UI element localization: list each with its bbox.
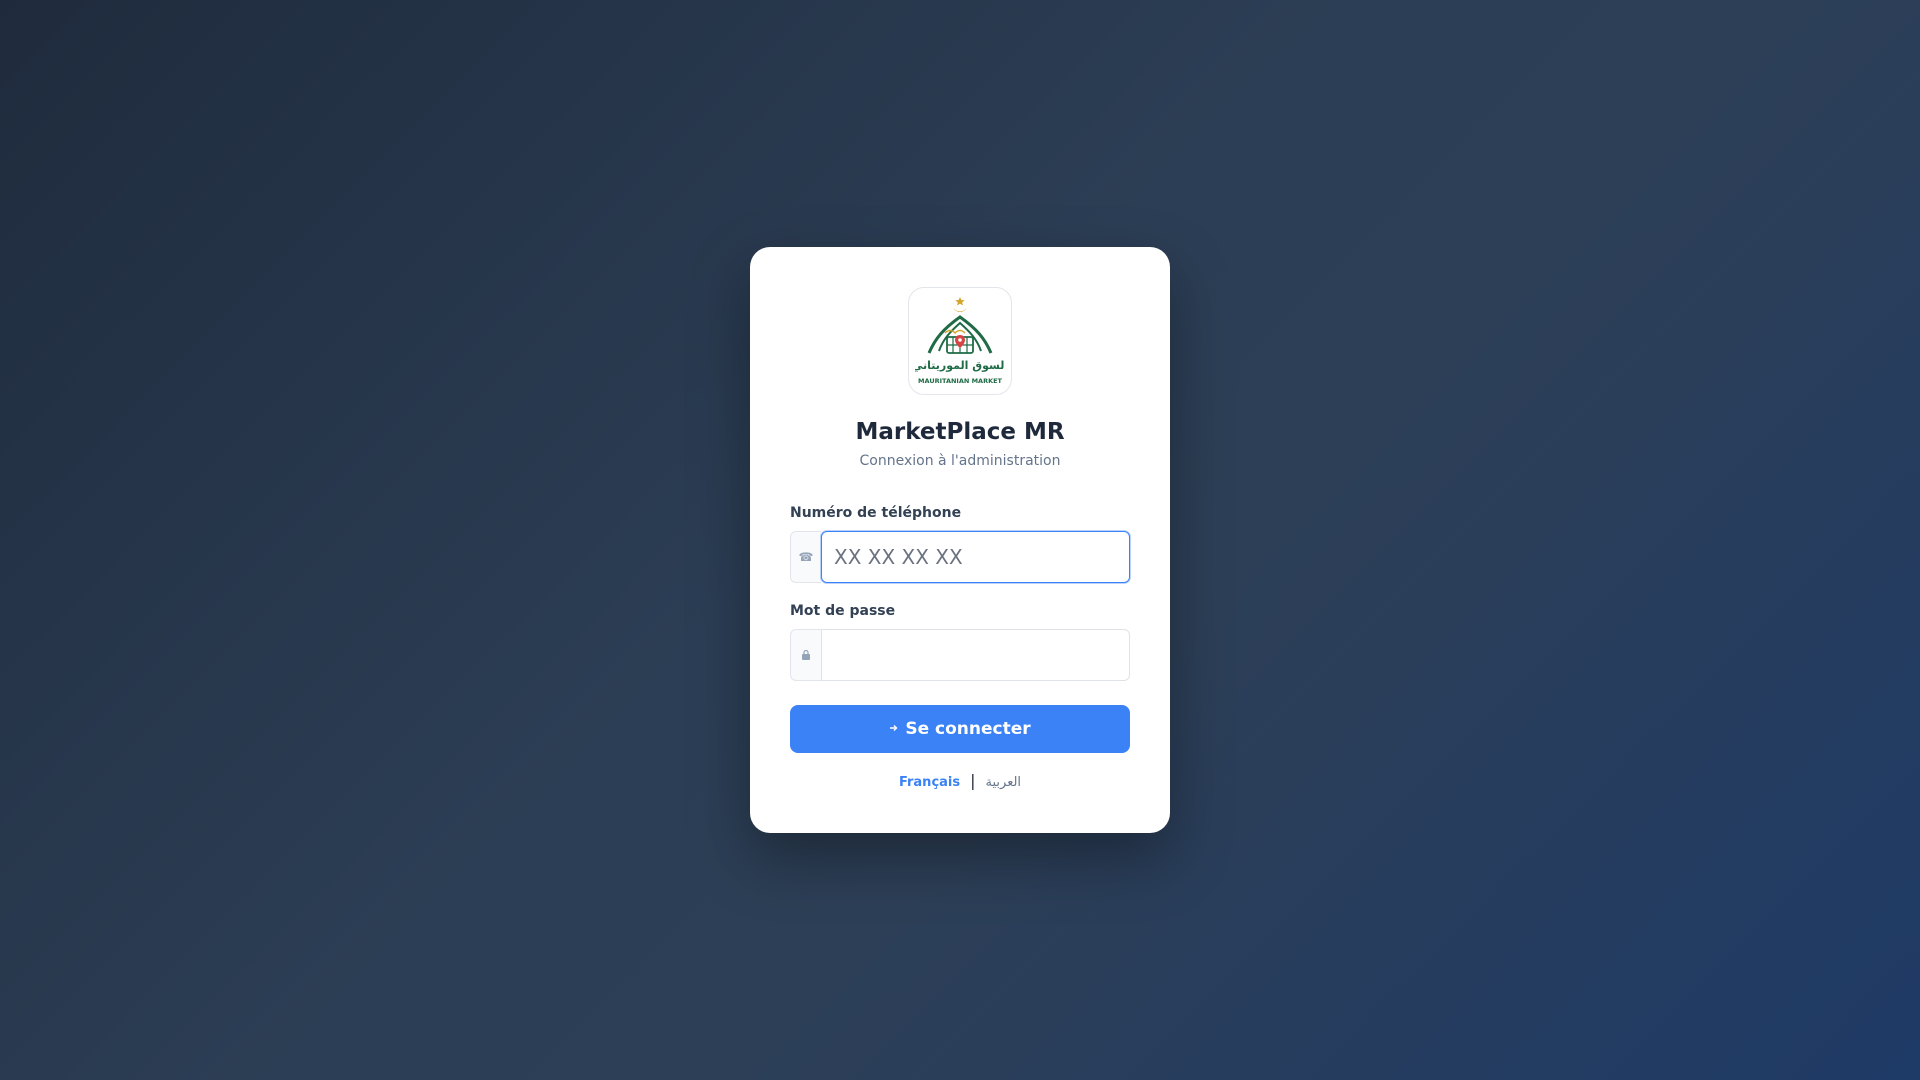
lock-icon (790, 629, 821, 681)
language-separator: | (970, 771, 976, 790)
phone-icon: ☎ (790, 531, 821, 583)
password-input[interactable] (821, 629, 1130, 681)
password-label: Mot de passe (790, 603, 896, 619)
login-icon (889, 722, 899, 737)
login-card: السوق الموريتاني MAURITANIAN MARKET Mark… (750, 247, 1170, 833)
login-button-label: Se connecter (905, 719, 1031, 739)
language-arabic-link[interactable]: العربية (986, 775, 1022, 790)
phone-input-group: ☎ (790, 531, 1130, 583)
password-input-group (790, 629, 1130, 681)
brand-logo: السوق الموريتاني MAURITANIAN MARKET (908, 287, 1012, 395)
svg-text:MAURITANIAN MARKET: MAURITANIAN MARKET (918, 377, 1003, 385)
login-button[interactable]: Se connecter (790, 705, 1130, 753)
svg-text:السوق الموريتاني: السوق الموريتاني (915, 359, 1005, 372)
language-french-link[interactable]: Français (899, 775, 960, 790)
language-switcher: Français | العربية (790, 771, 1130, 791)
page-subtitle: Connexion à l'administration (859, 453, 1061, 469)
market-logo-icon: السوق الموريتاني MAURITANIAN MARKET (915, 297, 1005, 385)
phone-input[interactable] (821, 531, 1130, 583)
phone-label: Numéro de téléphone (790, 505, 962, 521)
page-title: MarketPlace MR (855, 419, 1065, 445)
